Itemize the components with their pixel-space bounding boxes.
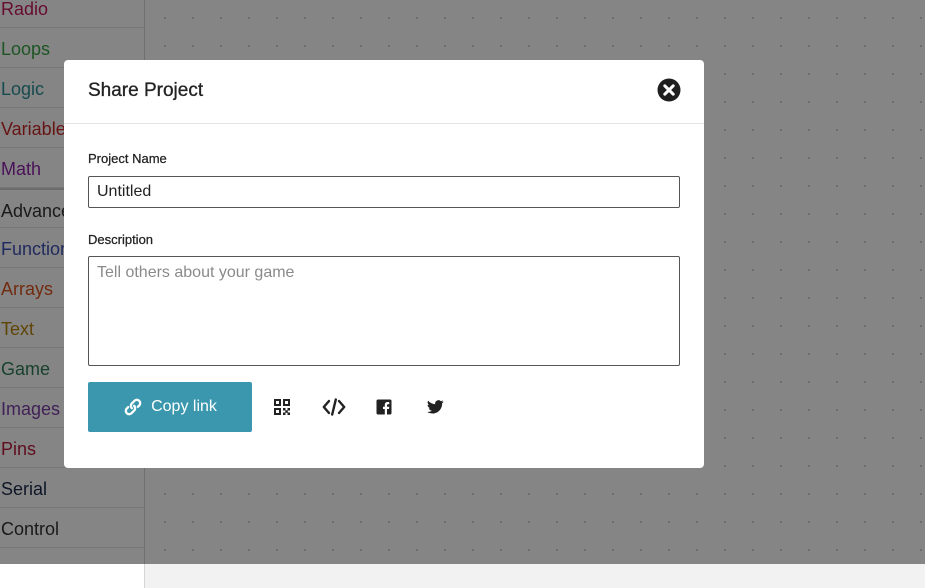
link-icon	[124, 398, 142, 416]
close-circle-icon	[657, 78, 681, 102]
close-button[interactable]	[657, 78, 681, 102]
embed-code-icon	[322, 398, 346, 416]
dialog-title: Share Project	[88, 80, 204, 101]
copy-link-label: Copy link	[151, 398, 217, 415]
twitter-share-button[interactable]	[422, 394, 448, 420]
embed-code-button[interactable]	[321, 394, 347, 420]
twitter-icon	[426, 400, 444, 414]
project-name-input[interactable]	[88, 176, 680, 208]
qr-code-button[interactable]	[269, 394, 295, 420]
share-project-dialog: Share Project Project Name Description C…	[64, 60, 704, 468]
copy-link-button[interactable]: Copy link	[88, 382, 252, 432]
facebook-share-button[interactable]	[371, 394, 397, 420]
description-textarea[interactable]	[88, 256, 680, 366]
facebook-icon	[376, 399, 392, 415]
dialog-header: Share Project	[64, 60, 704, 124]
qr-code-icon	[274, 399, 290, 415]
project-name-label: Project Name	[88, 151, 167, 166]
description-label: Description	[88, 232, 154, 247]
